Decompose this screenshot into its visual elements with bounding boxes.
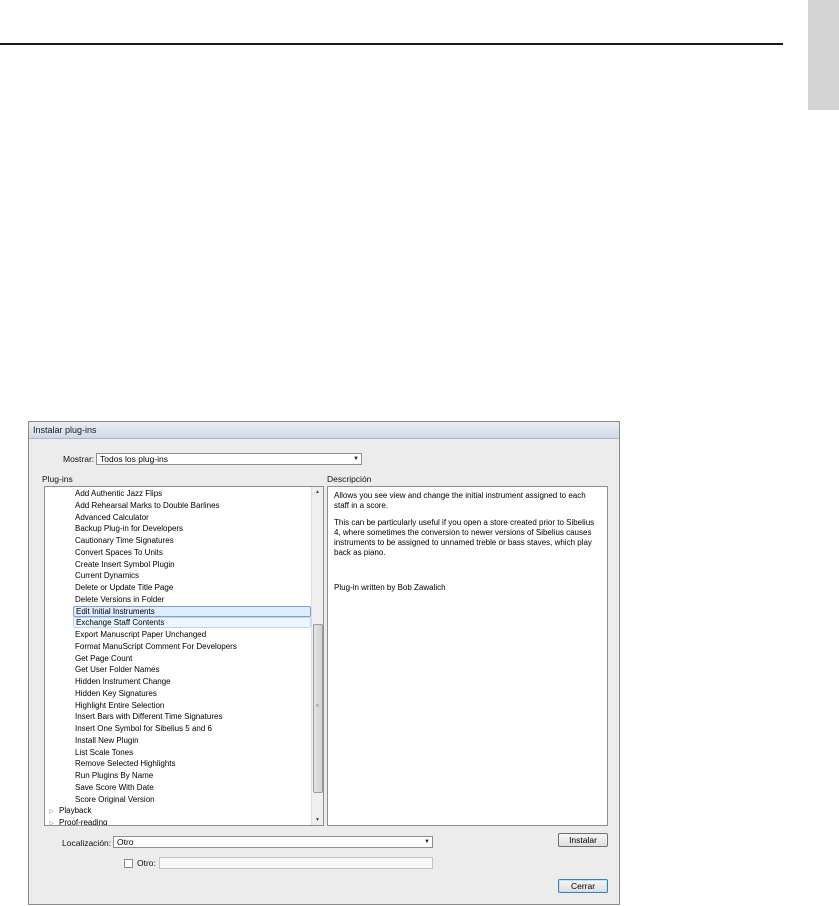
- plugin-list-item[interactable]: Score Original Version: [73, 794, 311, 805]
- plugins-header: Plug-ins: [42, 474, 73, 484]
- other-label: Otro:: [137, 858, 156, 868]
- show-label: Mostrar:: [63, 454, 95, 464]
- plugin-author: Plug-in written by Bob Zawalich: [334, 583, 446, 592]
- scrollbar-thumb[interactable]: ≡: [313, 624, 323, 793]
- other-path-field[interactable]: [159, 857, 433, 869]
- plugin-list-item[interactable]: Install New Plugin: [73, 735, 311, 746]
- plugin-list-item[interactable]: Format ManuScript Comment For Developers: [73, 641, 311, 652]
- plugin-list-item[interactable]: List Scale Tones: [73, 747, 311, 758]
- install-button[interactable]: Instalar: [558, 833, 608, 847]
- plugin-category-label: Proof-reading: [59, 818, 108, 825]
- plugin-list-item[interactable]: Export Manuscript Paper Unchanged: [73, 629, 311, 640]
- plugin-list-scrollbar[interactable]: ▲ ≡ ▼: [311, 487, 323, 825]
- page-side-tab: [808, 0, 839, 110]
- description-header: Descripción: [327, 474, 372, 484]
- plugin-list-item[interactable]: Save Score With Date: [73, 782, 311, 793]
- plugin-list-item[interactable]: Highlight Entire Selection: [73, 700, 311, 711]
- description-panel: Allows you see view and change the initi…: [327, 486, 608, 826]
- plugin-list-item[interactable]: Convert Spaces To Units: [73, 547, 311, 558]
- chevron-down-icon: ▼: [424, 839, 430, 845]
- location-dropdown-value: Otro: [117, 837, 134, 847]
- plugin-list-item[interactable]: Run Plugins By Name: [73, 770, 311, 781]
- plugin-category[interactable]: ▷ Proof-reading: [49, 817, 107, 825]
- scroll-down-arrow-icon[interactable]: ▼: [312, 815, 323, 825]
- plugin-rows: Add Authentic Jazz Flips Add Rehearsal Ma…: [45, 487, 311, 825]
- plugin-list-item[interactable]: Exchange Staff Contents: [73, 617, 311, 629]
- plugin-list-item[interactable]: Insert One Symbol for Sibelius 5 and 6: [73, 723, 311, 734]
- description-text-2: This can be particularly useful if you o…: [334, 518, 595, 557]
- plugin-list-item[interactable]: Backup Plug-in for Developers: [73, 523, 311, 534]
- plugin-list-item[interactable]: Remove Selected Highlights: [73, 758, 311, 769]
- dialog-title: Instalar plug-ins: [29, 422, 619, 439]
- plugin-list-item[interactable]: Edit Initial Instruments: [73, 605, 311, 617]
- plugin-list-item[interactable]: Hidden Instrument Change: [73, 676, 311, 687]
- scroll-up-arrow-icon[interactable]: ▲: [312, 487, 323, 497]
- plugin-list-item[interactable]: Delete or Update Title Page: [73, 582, 311, 593]
- plugin-list[interactable]: Add Authentic Jazz Flips Add Rehearsal Ma…: [44, 486, 324, 826]
- other-checkbox[interactable]: [124, 859, 133, 868]
- plugin-list-item[interactable]: Advanced Calculator: [73, 512, 311, 523]
- plugin-list-item[interactable]: Get User Folder Names: [73, 664, 311, 675]
- location-dropdown[interactable]: Otro ▼: [113, 836, 433, 848]
- chevron-down-icon: ▼: [353, 456, 359, 462]
- plugin-list-item[interactable]: Add Rehearsal Marks to Double Barlines: [73, 500, 311, 511]
- plugin-list-item[interactable]: Cautionary Time Signatures: [73, 535, 311, 546]
- plugin-list-item[interactable]: Delete Versions in Folder: [73, 594, 311, 605]
- show-dropdown[interactable]: Todos los plug-ins ▼: [96, 453, 362, 465]
- plugin-list-item[interactable]: Create Insert Symbol Plugin: [73, 559, 311, 570]
- plugin-list-item[interactable]: Current Dynamics: [73, 570, 311, 581]
- show-dropdown-value: Todos los plug-ins: [100, 454, 169, 464]
- grip-icon: ≡: [316, 703, 319, 709]
- plugin-list-item[interactable]: Insert Bars with Different Time Signatur…: [73, 711, 311, 722]
- plugin-list-item[interactable]: Add Authentic Jazz Flips: [73, 488, 311, 499]
- plugin-list-item[interactable]: Get Page Count: [73, 653, 311, 664]
- plugin-list-item[interactable]: Hidden Key Signatures: [73, 688, 311, 699]
- plugin-category[interactable]: ▷ Playback: [49, 805, 91, 816]
- page-top-rule: [0, 43, 783, 45]
- description-text-1: Allows you see view and change the initi…: [334, 491, 586, 510]
- install-plugins-dialog: Instalar plug-ins Mostrar: Todos los plu…: [28, 421, 620, 905]
- expand-arrow-icon[interactable]: ▷: [49, 819, 59, 825]
- plugin-category-label: Playback: [59, 806, 92, 816]
- close-button[interactable]: Cerrar: [558, 879, 608, 893]
- location-label: Localización:: [62, 838, 112, 848]
